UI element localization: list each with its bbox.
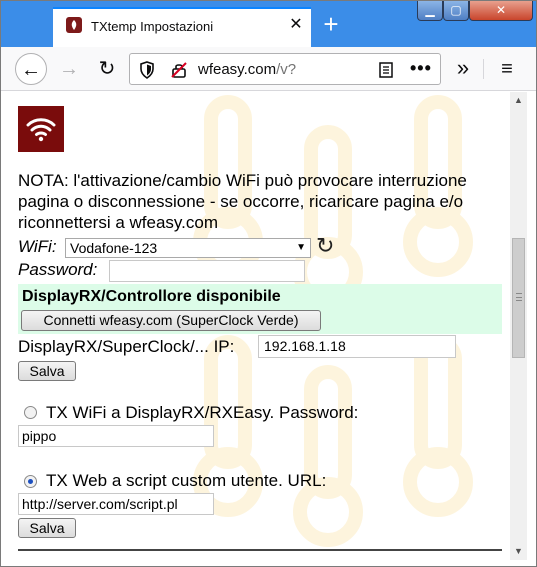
controller-panel: DisplayRX/Controllore disponibile Connet… (18, 284, 502, 334)
hamburger-menu-icon[interactable]: ≡ (493, 53, 521, 85)
close-window-button[interactable]: ✕ (469, 1, 533, 21)
script-url-input[interactable]: http://server.com/script.pl (18, 493, 214, 515)
ip-label: DisplayRX/SuperClock/... IP: (18, 337, 235, 356)
new-tab-button[interactable]: + (317, 11, 345, 39)
tab-title: TXtemp Impostazioni (91, 19, 214, 34)
tab-txtemp[interactable]: TXtemp Impostazioni ✕ (53, 7, 311, 47)
radio-tx-wifi[interactable] (24, 406, 37, 419)
url-bar[interactable]: wfeasy.com/v? ••• (129, 53, 441, 85)
wifi-icon (66, 17, 82, 33)
reload-button[interactable]: ↻ (91, 53, 123, 85)
panel-title: DisplayRX/Controllore disponibile (22, 288, 281, 305)
tab-strip: TXtemp Impostazioni ✕ + ▁ ▢ ✕ (1, 1, 536, 47)
url-text[interactable]: wfeasy.com/v? (198, 61, 296, 78)
radio-tx-web-label: TX Web a script custom utente. URL: (46, 471, 327, 490)
save-url-button[interactable]: Salva (18, 518, 76, 538)
chevron-down-icon: ▼ (296, 242, 306, 253)
browser-window: TXtemp Impostazioni ✕ + ▁ ▢ ✕ ← → ↻ wfea… (0, 0, 537, 567)
nav-toolbar: ← → ↻ wfeasy.com/v? ••• » ≡ (1, 47, 536, 91)
shield-icon[interactable] (139, 61, 155, 79)
ip-input[interactable]: 192.168.1.18 (258, 335, 456, 358)
tracking-blocked-icon[interactable] (170, 61, 188, 79)
toolbar-separator (483, 59, 484, 79)
grip-icon (516, 293, 522, 301)
minimize-button[interactable]: ▁ (417, 1, 443, 21)
url-host: wfeasy.com (198, 61, 277, 78)
close-icon[interactable]: ✕ (286, 15, 306, 35)
scroll-down-icon[interactable]: ▼ (510, 543, 527, 560)
wifi-select[interactable]: Vodafone-123 ▼ (65, 238, 311, 258)
note-text: NOTA: l'attivazione/cambio WiFi può prov… (18, 171, 467, 232)
password-input[interactable] (109, 260, 305, 282)
back-button[interactable]: ← (15, 53, 47, 85)
save-button[interactable]: Salva (18, 361, 76, 381)
wifi-label: WiFi: (18, 237, 57, 256)
page-actions-button[interactable]: ••• (410, 58, 432, 79)
url-path: /v? (276, 61, 297, 78)
wifi-select-value: Vodafone-123 (70, 240, 158, 256)
refresh-icon[interactable]: ↻ (316, 235, 338, 257)
tab-accent-line (53, 7, 311, 9)
scroll-up-icon[interactable]: ▲ (510, 92, 527, 109)
tx-wifi-password-input[interactable]: pippo (18, 425, 214, 447)
connect-button[interactable]: Connetti wfeasy.com (SuperClock Verde) (21, 310, 321, 331)
page-viewport: NOTA: l'attivazione/cambio WiFi può prov… (1, 92, 536, 560)
overflow-button[interactable]: » (449, 53, 477, 85)
password-label: Password: (18, 260, 98, 279)
divider (18, 549, 502, 551)
radio-tx-wifi-label: TX WiFi a DisplayRX/RXEasy. Password: (46, 403, 359, 422)
scrollbar-thumb[interactable] (512, 238, 525, 358)
reader-view-icon[interactable] (378, 61, 394, 79)
vertical-scrollbar[interactable]: ▲ ▼ (510, 92, 527, 560)
maximize-button[interactable]: ▢ (443, 1, 469, 21)
forward-button[interactable]: → (53, 53, 85, 85)
wifi-icon (18, 106, 64, 152)
window-controls: ▁ ▢ ✕ (417, 1, 535, 23)
radio-tx-web[interactable] (24, 475, 37, 488)
